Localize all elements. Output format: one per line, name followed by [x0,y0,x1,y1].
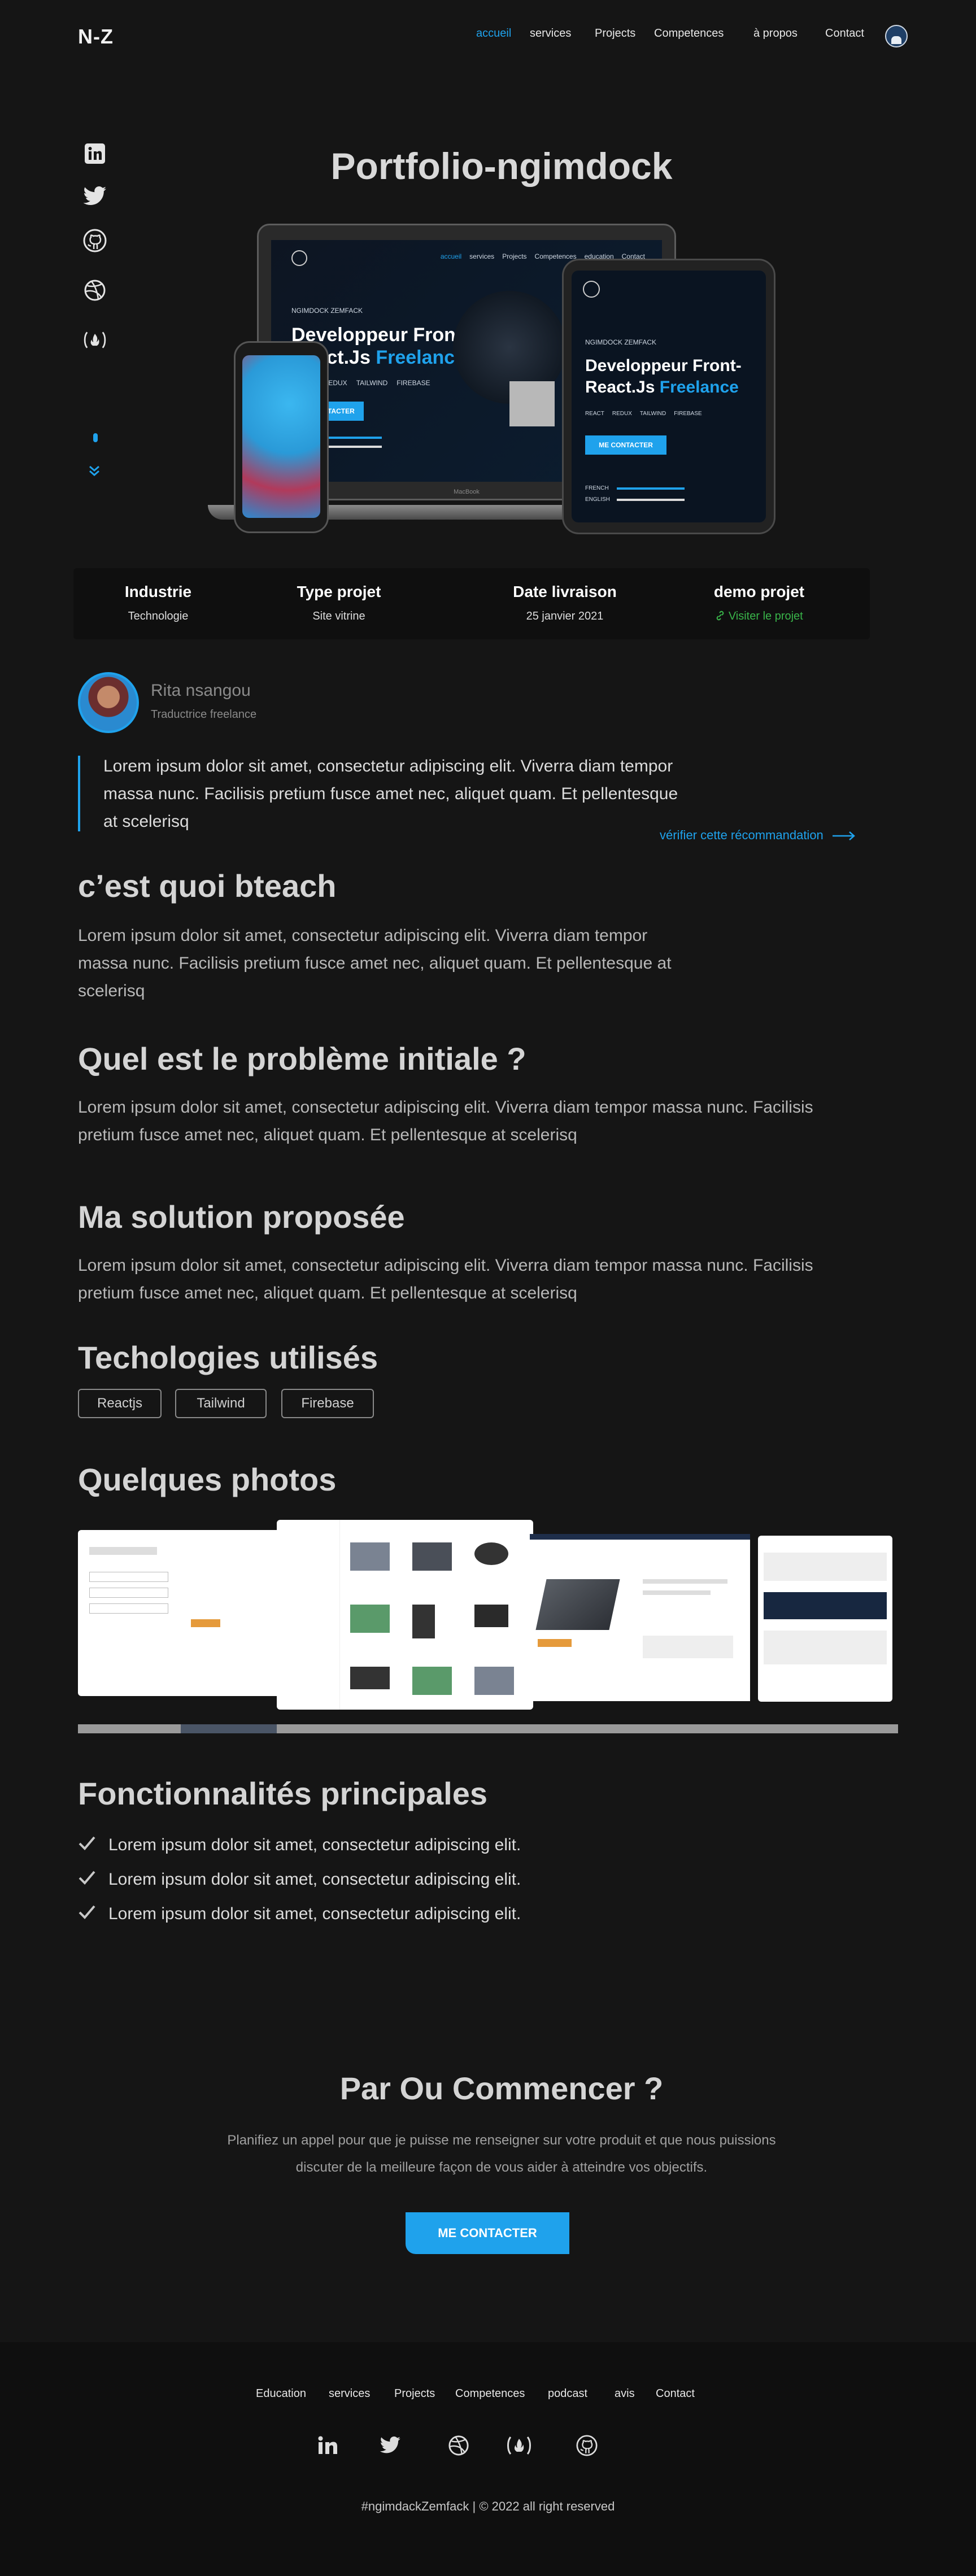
dribbble-icon[interactable] [82,278,107,303]
verify-recommendation-link[interactable]: vérifier cette récommandation [660,828,856,843]
tablet-headline: Developpeur Front- React.Js Freelance [585,356,742,396]
project-photo[interactable] [277,1520,533,1710]
testimonial-name: Rita nsangou [151,681,251,700]
footer-nav-education[interactable]: Education [256,2387,306,2400]
check-icon [78,1834,98,1855]
info-type: Type projet Site vitrine [297,583,381,622]
project-photo[interactable] [530,1534,750,1701]
twitter-icon[interactable] [376,2431,404,2460]
github-icon[interactable] [82,228,107,253]
quote-bar [78,756,80,831]
copyright: #ngimdackZemfack | © 2022 all right rese… [361,2499,615,2513]
check-icon [78,1903,98,1924]
feature-item: Lorem ipsum dolor sit amet, consectetur … [78,1834,521,1855]
tablet-mockup: NGIMDOCK ZEMFACK Developpeur Front- Reac… [562,259,775,534]
scroll-indicator [93,433,98,442]
mock-kicker: NGIMDOCK ZEMFACK [291,307,363,315]
arrow-right-icon [827,828,856,842]
chevron-down-icon[interactable] [86,463,102,479]
freecodecamp-icon[interactable] [505,2431,533,2460]
footer-nav-podcast[interactable]: podcast [548,2387,587,2400]
info-date: Date livraison 25 janvier 2021 [513,583,617,622]
nav-competences[interactable]: Competences [654,27,724,40]
tech-tag: Reactjs [78,1389,162,1418]
phone-mockup [234,341,329,533]
section-solution-title: Ma solution proposée [78,1199,405,1235]
github-icon[interactable] [573,2431,601,2460]
freecodecamp-icon[interactable] [82,328,107,352]
project-photo[interactable] [758,1536,892,1702]
page-title: Portfolio-ngimdock [330,145,673,187]
cta-title: Par Ou Commencer ? [339,2071,664,2106]
section-tech-title: Techologies utilisés [78,1340,378,1375]
section-problem-title: Quel est le problème initiale ? [78,1041,526,1076]
testimonial-role: Traductrice freelance [151,708,257,721]
info-industrie: Industrie Technologie [124,583,192,622]
header-avatar[interactable] [885,25,908,47]
section-photos-title: Quelques photos [78,1462,337,1497]
tablet-kicker: NGIMDOCK ZEMFACK [585,338,657,346]
footer-nav-projects[interactable]: Projects [394,2387,435,2400]
info-demo: demo projet Visiter le projet [674,583,844,623]
tech-tag: Tailwind [175,1389,267,1418]
tablet-button: ME CONTACTER [585,435,666,455]
nav-a-propos[interactable]: à propos [753,27,798,40]
dribbble-icon[interactable] [445,2431,473,2460]
cta-text: Planifiez un appel pour que je puisse me… [227,2133,776,2175]
linkedin-icon[interactable] [314,2431,342,2460]
footer: Education services Projects Competences … [0,2342,976,2576]
nav-projects[interactable]: Projects [595,27,635,40]
testimonial-quote: Lorem ipsum dolor sit amet, consectetur … [103,757,678,831]
footer-nav-avis[interactable]: avis [615,2387,635,2400]
twitter-icon[interactable] [82,184,107,209]
feature-item: Lorem ipsum dolor sit amet, consectetur … [78,1869,521,1890]
mock-nav: accueil [440,252,462,260]
project-photo[interactable] [78,1530,281,1696]
contact-button[interactable]: ME CONTACTER [406,2212,569,2254]
section-features-title: Fonctionnalités principales [78,1776,488,1811]
footer-nav-services[interactable]: services [329,2387,370,2400]
link-icon [715,610,729,622]
mock-nav: Projects [502,252,527,260]
testimonial-avatar [78,672,139,733]
section-what-title: c’est quoi bteach [78,868,337,904]
feature-item: Lorem ipsum dolor sit amet, consectetur … [78,1903,521,1924]
nav-contact[interactable]: Contact [825,27,864,40]
nav-accueil[interactable]: accueil [476,27,511,40]
mock-nav: services [469,252,495,260]
visit-project-link[interactable]: Visiter le projet [674,610,844,623]
tech-tag: Firebase [281,1389,374,1418]
site-logo[interactable]: N-Z [78,25,114,49]
section-what-text: Lorem ipsum dolor sit amet, consectetur … [78,926,672,1000]
gallery-scrollbar-thumb[interactable] [181,1724,277,1733]
footer-nav-contact[interactable]: Contact [656,2387,695,2400]
check-icon [78,1869,98,1890]
section-problem-text: Lorem ipsum dolor sit amet, consectetur … [78,1098,813,1144]
footer-nav-competences[interactable]: Competences [455,2387,525,2400]
section-solution-text: Lorem ipsum dolor sit amet, consectetur … [78,1256,813,1302]
nav-services[interactable]: services [530,27,571,40]
mock-nav: Competences [534,252,577,260]
project-info: Industrie Technologie Type projet Site v… [73,568,870,639]
